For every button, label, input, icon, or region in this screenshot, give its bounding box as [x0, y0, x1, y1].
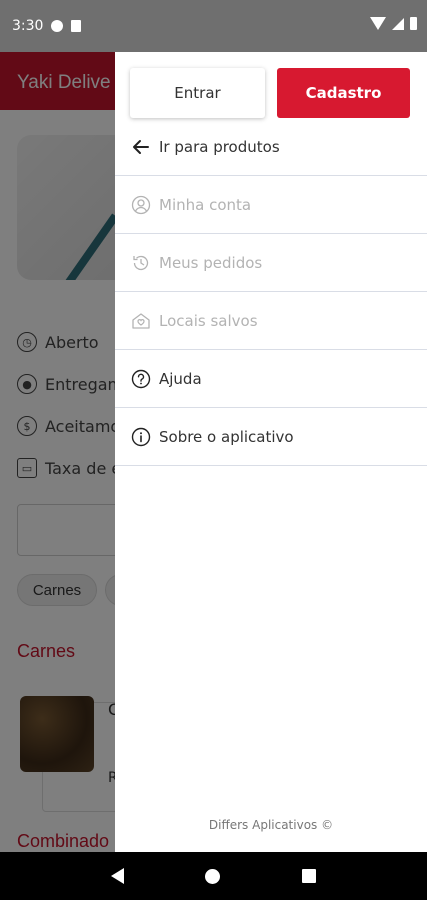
battery-icon: [410, 17, 417, 30]
nav-recents-icon[interactable]: [302, 869, 317, 883]
menu-item-label: Sobre o aplicativo: [159, 427, 294, 446]
saved-places-icon: [131, 311, 151, 331]
login-button[interactable]: Entrar: [130, 68, 265, 118]
status-time: 3:30: [12, 18, 44, 34]
system-nav-bar: [0, 852, 427, 900]
signal-icon: [392, 17, 404, 30]
back-to-products[interactable]: Ir para produtos: [115, 118, 427, 176]
nav-home-icon[interactable]: [205, 868, 221, 884]
nav-back-icon[interactable]: [110, 868, 124, 884]
menu-item-saved-places[interactable]: Locais salvos: [115, 292, 427, 350]
arrow-left-icon: [131, 137, 151, 157]
menu-item-label: Ajuda: [159, 369, 202, 388]
menu-item-orders[interactable]: Meus pedidos: [115, 234, 427, 292]
menu-item-label: Meus pedidos: [159, 253, 263, 272]
back-label: Ir para produtos: [159, 137, 280, 156]
menu-item-help[interactable]: Ajuda: [115, 350, 427, 408]
menu-item-label: Locais salvos: [159, 311, 258, 330]
info-icon: [131, 427, 151, 447]
menu-item-label: Minha conta: [159, 195, 252, 214]
user-icon: [131, 195, 151, 215]
wifi-icon: [370, 17, 386, 30]
status-bar: 3:30: [0, 0, 427, 52]
auth-buttons: Entrar Cadastro: [130, 68, 412, 118]
help-icon: [131, 369, 151, 389]
footer-credit: Differs Aplicativos ©: [208, 818, 334, 832]
menu-item-account[interactable]: Minha conta: [115, 176, 427, 234]
navigation-drawer: Entrar Cadastro Ir para produtos Minha c…: [115, 52, 427, 852]
history-icon: [131, 253, 151, 273]
notification-icon: [51, 20, 64, 32]
sd-card-icon: [71, 20, 82, 32]
signup-button[interactable]: Cadastro: [277, 68, 410, 118]
menu-item-about[interactable]: Sobre o aplicativo: [115, 408, 427, 466]
